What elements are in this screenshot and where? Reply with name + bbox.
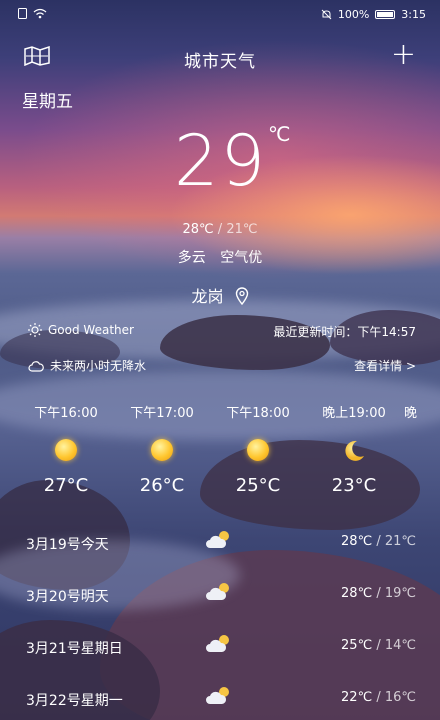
daily-row[interactable]: 3月21号星期日 25℃ / 14℃ — [0, 635, 440, 668]
low-temp: 21℃ — [226, 222, 258, 237]
page-title: 城市天气 — [184, 52, 256, 72]
day-high: 28℃ — [341, 586, 373, 601]
day-range: 22℃ / 16℃ — [341, 690, 416, 705]
location-pin-icon — [235, 287, 248, 305]
hourly-item: 晚上19:00 23°C — [312, 402, 396, 496]
day-low: 19℃ — [384, 586, 416, 601]
day-sep: / — [372, 534, 385, 549]
cloud-sun-icon — [206, 531, 229, 548]
rain-forecast-row: 未来两小时无降水 — [28, 357, 146, 374]
hour-time: 下午17:00 — [130, 406, 194, 421]
day-date: 3月22号星期一 — [26, 693, 123, 709]
hourly-forecast: 下午16:00 27°C 下午17:00 26°C 下午18:00 25°C 晚… — [0, 402, 440, 502]
cloud-outline-icon — [28, 360, 44, 372]
hour-temp: 25°C — [235, 475, 281, 496]
hour-time: 下午18:00 — [226, 406, 290, 421]
day-high: 28℃ — [341, 534, 373, 549]
current-temperature: 29 — [174, 120, 268, 202]
day-low: 14℃ — [384, 638, 416, 653]
add-city-button[interactable]: + — [391, 40, 416, 70]
day-range: 25℃ / 14℃ — [341, 638, 416, 653]
cloud-sun-icon — [206, 687, 229, 704]
sim-icon — [18, 8, 27, 19]
hourly-item: 下午17:00 26°C — [120, 402, 204, 496]
rain-forecast-text: 未来两小时无降水 — [50, 359, 147, 373]
hourly-item: 下午18:00 25°C — [216, 402, 300, 496]
daily-row[interactable]: 3月19号今天 28℃ / 21℃ — [0, 531, 440, 564]
good-weather-row: Good Weather — [28, 323, 134, 337]
sun-icon — [247, 439, 269, 461]
day-sep: / — [372, 638, 385, 653]
sun-icon — [55, 439, 77, 461]
clock: 3:15 — [401, 8, 426, 21]
hour-time: 晚 — [404, 406, 418, 421]
city-name: 龙岗 — [191, 287, 224, 306]
daily-row[interactable]: 3月22号星期一 22℃ / 16℃ — [0, 687, 440, 720]
day-high: 25℃ — [341, 638, 373, 653]
day-high: 22℃ — [341, 690, 373, 705]
view-details-link[interactable]: 查看详情 > — [354, 357, 416, 374]
sun-outline-icon — [28, 323, 42, 337]
battery-percent: 100% — [337, 8, 370, 21]
hour-time: 晚上19:00 — [322, 406, 386, 421]
day-sep: / — [372, 586, 385, 601]
day-range: 28℃ / 19℃ — [341, 586, 416, 601]
hour-time: 下午16:00 — [34, 406, 98, 421]
status-bar: 100% 3:15 — [0, 0, 440, 30]
moon-icon — [345, 440, 364, 461]
cloud-sun-icon — [206, 635, 229, 652]
day-range: 28℃ / 21℃ — [341, 534, 416, 549]
temperature-range: 28℃ / 21℃ — [0, 222, 440, 237]
hour-temp: 26°C — [139, 475, 185, 496]
daily-row[interactable]: 3月20号明天 28℃ / 19℃ — [0, 583, 440, 616]
sun-icon — [151, 439, 173, 461]
day-date: 3月19号今天 — [26, 537, 109, 553]
wifi-icon — [33, 8, 47, 19]
good-weather-text: Good Weather — [48, 323, 134, 337]
cloud-sun-icon — [206, 583, 229, 600]
weather-condition: 多云 — [177, 250, 206, 266]
hour-temp: 27°C — [43, 475, 89, 496]
last-updated: 最近更新时间：下午14:57 — [273, 325, 416, 339]
hourly-item: 下午16:00 27°C — [24, 402, 108, 496]
battery-icon — [375, 10, 396, 19]
mute-icon — [321, 9, 332, 20]
day-low: 21℃ — [384, 534, 416, 549]
hourly-item: 晚 — [404, 402, 440, 421]
day-sep: / — [372, 690, 385, 705]
day-date: 3月20号明天 — [26, 589, 109, 605]
temperature-unit: ℃ — [268, 122, 291, 146]
top-bar: 城市天气 + — [0, 38, 440, 74]
air-quality: 空气优 — [220, 250, 263, 266]
day-low: 16℃ — [384, 690, 416, 705]
high-temp: 28℃ — [182, 222, 214, 237]
city-selector[interactable]: 龙岗 — [0, 283, 440, 307]
range-separator: / — [213, 222, 227, 237]
condition-row: 多云 空气优 — [0, 247, 440, 267]
hour-temp: 23°C — [331, 475, 377, 496]
day-date: 3月21号星期日 — [26, 641, 123, 657]
weekday-label: 星期五 — [22, 92, 73, 112]
